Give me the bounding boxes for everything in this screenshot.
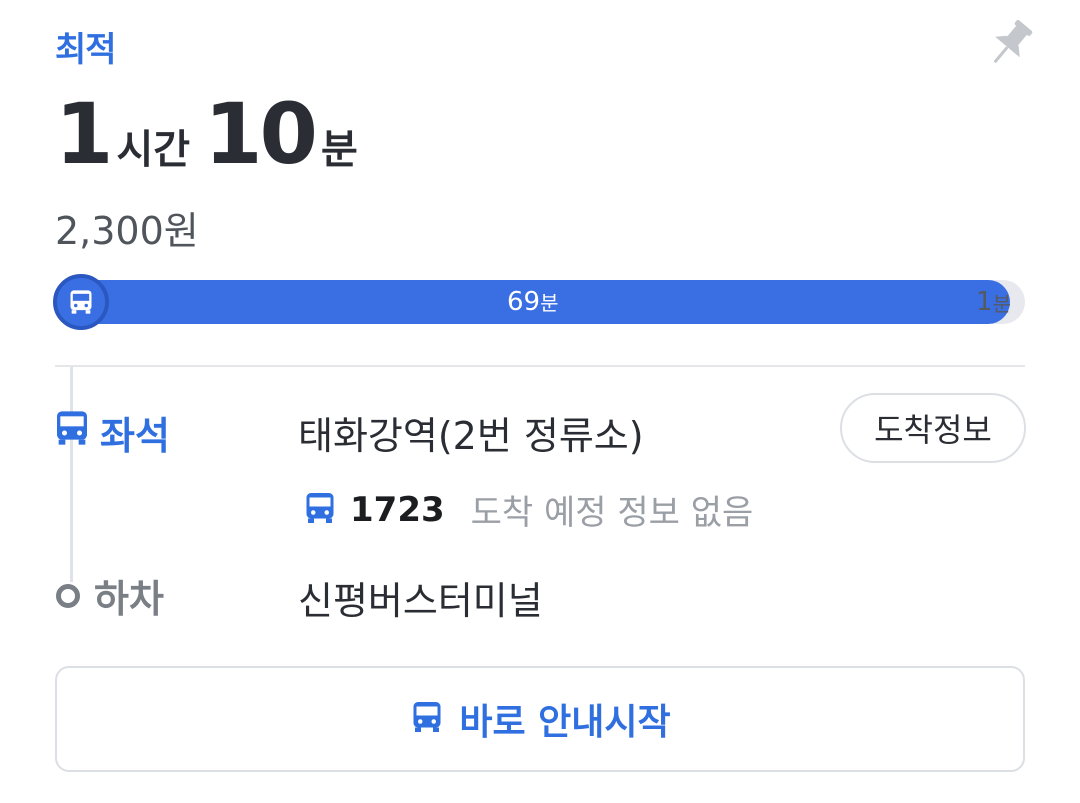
bus-icon bbox=[53, 274, 109, 330]
bus-icon bbox=[52, 408, 92, 457]
pin-icon[interactable] bbox=[980, 14, 1040, 74]
bus-number: 1723 bbox=[350, 489, 445, 530]
alighting-stop-name: 신평버스터미널 bbox=[298, 579, 543, 623]
start-navigation-button[interactable]: 바로 안내시작 bbox=[55, 666, 1025, 772]
divider bbox=[55, 365, 1025, 367]
route-timeline-line bbox=[70, 367, 73, 582]
route-badge: 최적 bbox=[55, 30, 117, 70]
duration-minutes: 10 bbox=[204, 85, 318, 183]
duration-hours-unit: 시간 bbox=[116, 127, 191, 173]
fare: 2,300원 bbox=[55, 209, 199, 253]
route-progress-bar: 69분 1분 bbox=[53, 274, 1025, 330]
bus-segment-label: 69분 bbox=[506, 287, 559, 317]
boarding-label: 좌석 bbox=[52, 405, 170, 460]
bus-segment: 69분 bbox=[55, 280, 1011, 324]
bus-icon bbox=[409, 699, 445, 739]
circle-marker-icon bbox=[56, 583, 80, 608]
start-navigation-label: 바로 안내시작 bbox=[459, 702, 671, 743]
bus-icon bbox=[302, 490, 338, 530]
alighting-label: 하차 bbox=[56, 568, 164, 623]
travel-duration: 1 시간 10 분 bbox=[55, 92, 372, 176]
arrival-info-button[interactable]: 도착정보 bbox=[840, 393, 1026, 463]
boarding-stop-name: 태화강역(2번 정류소) bbox=[298, 414, 644, 458]
alighting-label-text: 하차 bbox=[94, 577, 164, 621]
bus-line-row[interactable]: 1723 도착 예정 정보 없음 bbox=[302, 485, 753, 534]
walk-segment-label: 1분 bbox=[976, 287, 1011, 317]
duration-minutes-unit: 분 bbox=[320, 127, 358, 173]
boarding-label-text: 좌석 bbox=[100, 414, 170, 458]
duration-hours: 1 bbox=[55, 85, 113, 183]
arrival-status: 도착 예정 정보 없음 bbox=[470, 493, 754, 533]
